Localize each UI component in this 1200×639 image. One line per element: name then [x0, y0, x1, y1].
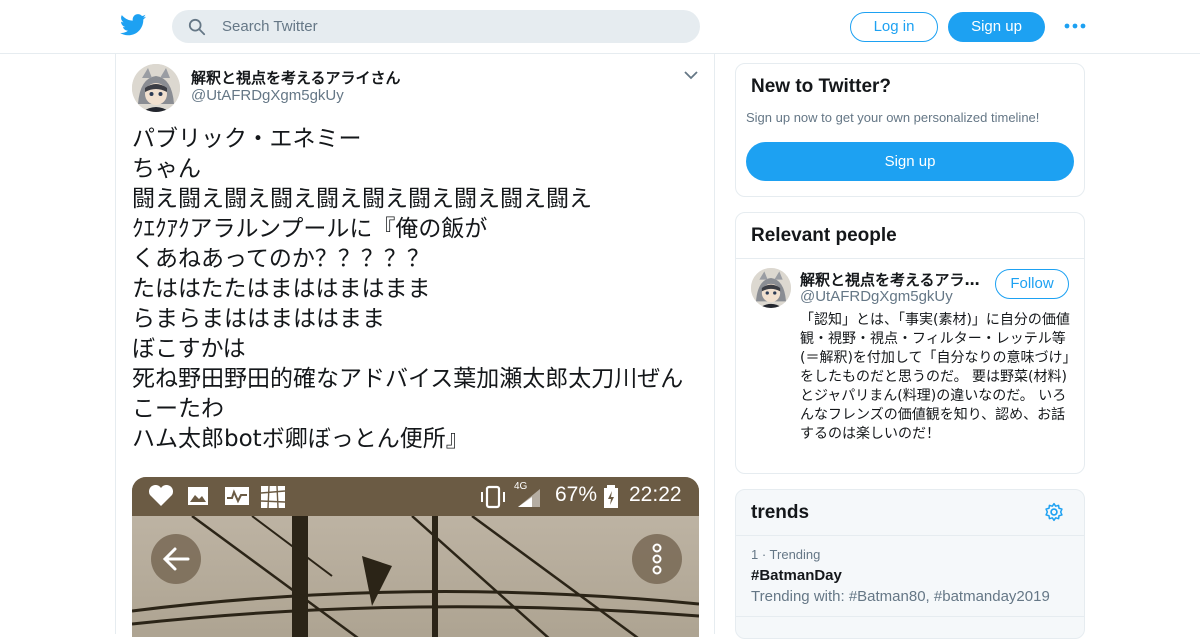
activity-icon	[225, 487, 249, 505]
login-button[interactable]: Log in	[850, 12, 938, 42]
phone-status-bar: 4G 67% 22:22	[132, 477, 699, 516]
search-box[interactable]	[172, 10, 700, 43]
search-input[interactable]	[222, 10, 682, 43]
vertical-dots-icon	[652, 543, 662, 575]
avatar[interactable]	[751, 268, 791, 308]
person-bio: 「認知」とは、「事実(素材)」に自分の価値観・視野・視点・フィルター・レッテル等…	[800, 312, 1070, 442]
tweet-text-line: たははたたはまははまはまま	[132, 276, 431, 302]
image-icon	[188, 487, 208, 505]
tweet-text: パブリック・エネミー ちゃん 闘え闘え闘え闘え闘え闘え闘え闘え闘え闘え ｸｴｸｱ…	[132, 124, 702, 454]
trend-related-text: Trending with: #Batman80, #batmanday2019	[751, 588, 1050, 605]
power-lines-illustration	[132, 514, 699, 637]
tweet-text-line: パブリック・エネミー	[132, 126, 362, 152]
tweet-text-line: 闘え闘え闘え闘え闘え闘え闘え闘え闘え闘え	[132, 186, 592, 212]
card-title: Relevant people	[751, 225, 897, 246]
divider	[736, 258, 1084, 259]
trend-rank-label: 1 · Trending	[751, 547, 821, 562]
signup-cta-button[interactable]: Sign up	[746, 142, 1074, 181]
arrow-left-icon	[162, 547, 190, 571]
tweet-text-line: くあねあってのか？？？？？	[132, 246, 430, 272]
avatar-illustration	[751, 268, 791, 308]
gear-icon[interactable]	[1044, 502, 1064, 522]
clock-time: 22:22	[629, 483, 682, 506]
tweet-text-line: こーたわ	[132, 396, 224, 422]
battery-percent: 67%	[555, 483, 598, 506]
signup-button[interactable]: Sign up	[948, 12, 1045, 42]
divider	[736, 616, 1084, 617]
tweet-author-handle[interactable]: @UtAFRDgXgm5gkUy	[191, 87, 344, 104]
battery-icon	[604, 485, 618, 508]
more-dots-icon[interactable]	[1064, 22, 1086, 30]
tweet-author-name[interactable]: 解釈と視点を考えるアライさん	[191, 67, 401, 88]
person-handle[interactable]: @UtAFRDgXgm5gkUy	[800, 288, 953, 305]
overflow-menu-button[interactable]	[632, 534, 682, 584]
search-icon	[188, 18, 206, 36]
back-button[interactable]	[151, 534, 201, 584]
tweet-text-line: 死ね野田野田的確なアドバイス葉加瀬太郎太刀川ぜん	[132, 366, 684, 392]
tweet-text-line: ちゃん	[132, 156, 201, 182]
photo-content	[132, 514, 699, 637]
relevant-people-card: Relevant people 解釈と視点を考えるアライさん @UtAFRDgX…	[735, 212, 1085, 474]
follow-button[interactable]: Follow	[995, 269, 1069, 299]
divider	[736, 535, 1084, 536]
map-icon	[260, 485, 286, 509]
tweet-text-line: ハム太郎botボ卿ぼっとん便所』	[132, 426, 469, 452]
signal-icon	[518, 489, 540, 507]
tweet-text-line: ｸｴｸｱｸアラルンプールに『俺の飯が	[132, 216, 488, 242]
twitter-bird-icon[interactable]	[120, 14, 146, 36]
tweet-card: 解釈と視点を考えるアライさん @UtAFRDgXgm5gkUy パブリック・エネ…	[115, 54, 715, 637]
trend-hashtag-link[interactable]: #BatmanDay	[751, 567, 842, 584]
card-title: trends	[751, 502, 810, 523]
avatar[interactable]	[132, 64, 180, 112]
person-name[interactable]: 解釈と視点を考えるアライさん	[800, 269, 990, 290]
card-title: New to Twitter?	[751, 76, 892, 97]
vibrate-icon	[481, 485, 505, 509]
avatar-illustration	[132, 64, 180, 112]
heart-icon	[148, 485, 174, 506]
new-to-twitter-card: New to Twitter? Sign up now to get your …	[735, 63, 1085, 197]
tweet-media-image[interactable]: 4G 67% 22:22	[132, 477, 699, 637]
trends-card: trends 1 · Trending #BatmanDay Trending …	[735, 489, 1085, 639]
tweet-text-line: ぼこすかは	[132, 336, 246, 362]
tweet-text-line: らまらまははまははまま	[132, 306, 385, 332]
chevron-down-icon[interactable]	[684, 70, 698, 80]
card-subtitle: Sign up now to get your own personalized…	[746, 110, 1040, 125]
top-navigation-bar: Log in Sign up	[0, 0, 1200, 54]
